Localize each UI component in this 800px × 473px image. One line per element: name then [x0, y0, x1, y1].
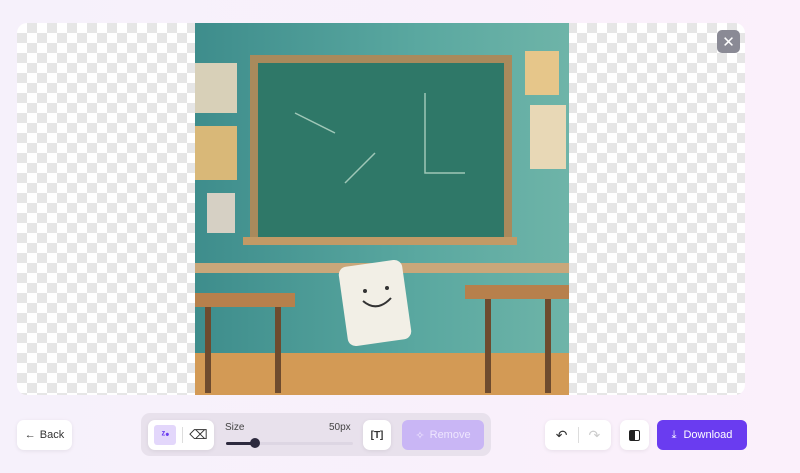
divider [577, 427, 579, 443]
size-value: 50px [329, 422, 351, 433]
restore-brush-icon[interactable]: ᶻ• [154, 425, 177, 445]
arrow-left-icon: ← [24, 429, 36, 441]
magic-wand-icon: ✧ [415, 429, 425, 442]
redo-icon[interactable]: ↷ [589, 427, 601, 444]
classroom-image [195, 23, 569, 395]
brush-size-slider[interactable] [226, 438, 353, 448]
size-label: Size [225, 422, 245, 433]
compare-button[interactable] [620, 420, 649, 450]
history-group: ↶ ↷ [545, 420, 611, 450]
back-label: Back [39, 429, 65, 441]
undo-icon[interactable]: ↶ [556, 427, 568, 444]
download-label: Download [683, 429, 733, 441]
divider [182, 427, 184, 443]
remove-label: Remove [429, 429, 471, 441]
remove-button[interactable]: ✧ Remove [402, 420, 484, 450]
text-select-icon: [T] [370, 429, 384, 441]
download-icon: ⤓ [671, 428, 677, 441]
compare-icon [629, 429, 640, 441]
brush-mode-group: ᶻ• ⌫ [148, 420, 214, 450]
auto-select-button[interactable]: [T] [363, 420, 391, 450]
close-button[interactable]: ✕ [717, 30, 740, 53]
download-button[interactable]: ⤓ Download [657, 420, 747, 450]
eraser-icon[interactable]: ⌫ [189, 427, 207, 443]
image-canvas[interactable]: ✕ [17, 23, 745, 395]
brush-toolbar: ᶻ• ⌫ Size 50px [T] ✧ Remove [141, 413, 491, 456]
slider-handle[interactable] [250, 438, 261, 448]
back-button[interactable]: ← Back [17, 420, 72, 450]
